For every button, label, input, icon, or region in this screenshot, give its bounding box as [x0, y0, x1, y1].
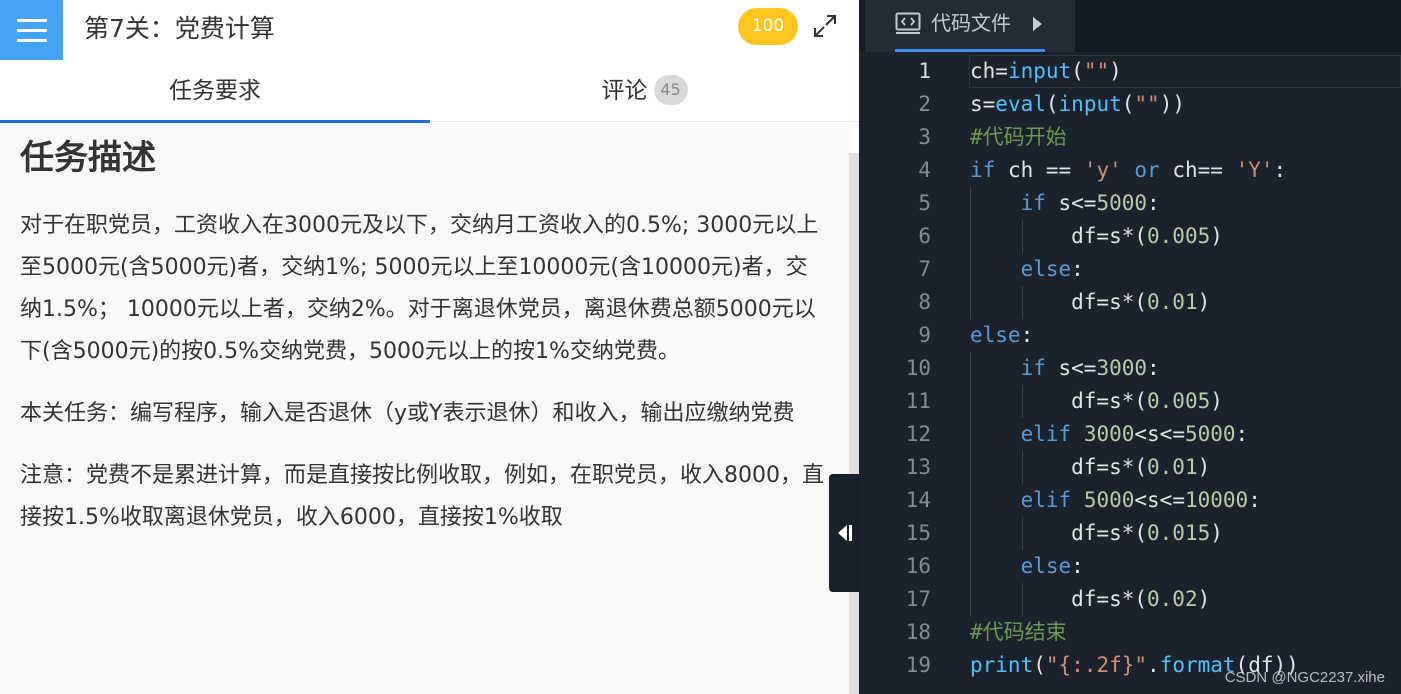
indent-guide	[1022, 451, 1024, 484]
indent-guide	[1022, 220, 1024, 253]
code-text: df=s*(0.005)	[970, 389, 1223, 413]
task-panel: 第7关：党费计算 100 任务要求 评论 45 任务描述 对于在职党员，工资收入在…	[0, 0, 859, 694]
code-line[interactable]: 18 #代码结束	[859, 616, 1401, 649]
code-line[interactable]: 16 else:	[859, 550, 1401, 583]
line-number: 14	[905, 488, 931, 512]
code-line[interactable]: 11 df=s*(0.005)	[859, 385, 1401, 418]
line-number: 6	[918, 224, 931, 248]
line-number: 2	[918, 92, 931, 116]
scrollbar[interactable]	[849, 153, 859, 694]
indent-guide	[1022, 385, 1024, 418]
header: 第7关：党费计算 100	[0, 0, 859, 60]
indent-guide	[1022, 583, 1024, 616]
collapse-panel-button[interactable]	[829, 474, 861, 592]
code-text: elif 3000<s<=5000:	[1020, 422, 1249, 446]
play-icon[interactable]	[1033, 17, 1042, 31]
code-text: df=s*(0.005)	[970, 224, 1223, 248]
tab-task-label: 任务要求	[169, 78, 261, 104]
hamburger-line	[16, 18, 47, 22]
page-title: 第7关：党费计算	[84, 14, 275, 43]
task-description: 任务描述 对于在职党员，工资收入在3000元及以下，交纳月工资收入的0.5%; …	[0, 123, 849, 694]
code-text: elif 5000<s<=10000:	[1020, 488, 1261, 512]
editor-tab-bar: 代码文件	[859, 0, 1401, 52]
code-line[interactable]: 10 if s<=3000:	[859, 352, 1401, 385]
line-number: 15	[905, 521, 931, 545]
task-heading: 任务描述	[20, 138, 156, 178]
code-line[interactable]: 6 df=s*(0.005)	[859, 220, 1401, 253]
expand-icon[interactable]	[812, 13, 838, 39]
line-number: 8	[918, 290, 931, 314]
code-file-tab-label: 代码文件	[931, 11, 1011, 35]
code-text: else:	[1020, 257, 1084, 281]
task-paragraph: 本关任务：编写程序，输入是否退休（y或Y表示退休）和收入，输出应缴纳党费	[20, 401, 795, 426]
tab-comments-label: 评论	[601, 78, 648, 104]
hamburger-line	[16, 38, 47, 42]
line-number: 10	[905, 356, 931, 380]
code-line[interactable]: 17 df=s*(0.02)	[859, 583, 1401, 616]
watermark: CSDN @NGC2237.xihe	[1224, 669, 1385, 686]
code-line[interactable]: 8 df=s*(0.01)	[859, 286, 1401, 319]
indent-guide	[1022, 286, 1024, 319]
code-line[interactable]: 15 df=s*(0.015)	[859, 517, 1401, 550]
code-editor: 代码文件 1 ch=input("") 2 s=eval(input("")) 3 #代码…	[859, 0, 1401, 694]
task-paragraph: 对于在职党员，工资收入在3000元及以下，交纳月工资收入的0.5%; 3000元…	[20, 213, 819, 364]
code-text: s=eval(input(""))	[970, 92, 1185, 116]
code-line[interactable]: 3 #代码开始	[859, 121, 1401, 154]
code-line[interactable]: 1 ch=input("")	[859, 55, 1401, 88]
code-text: ch=input("")	[970, 59, 1122, 83]
code-text: df=s*(0.01)	[970, 455, 1211, 479]
indent-guide	[1022, 517, 1024, 550]
line-number: 4	[918, 158, 931, 182]
code-text: if s<=3000:	[1020, 356, 1160, 380]
line-number: 7	[918, 257, 931, 281]
task-paragraph: 注意：党费不是累进计算，而是直接按比例收取，例如，在职党员，收入8000，直接按…	[20, 463, 824, 530]
code-text: else:	[1020, 554, 1084, 578]
code-text: df=s*(0.01)	[970, 290, 1211, 314]
code-line[interactable]: 5 if s<=5000:	[859, 187, 1401, 220]
tab-task-requirements[interactable]: 任务要求	[0, 60, 430, 123]
line-number: 19	[905, 653, 931, 677]
comment-count-badge: 45	[653, 74, 688, 105]
code-text: df=s*(0.015)	[970, 521, 1223, 545]
code-text: if ch == 'y' or ch== 'Y':	[970, 158, 1287, 182]
code-file-icon	[895, 12, 921, 34]
code-text: #代码开始	[970, 125, 1067, 149]
code-line[interactable]: 14 elif 5000<s<=10000:	[859, 484, 1401, 517]
code-file-tab[interactable]: 代码文件	[865, 0, 1075, 52]
code-line[interactable]: 2 s=eval(input(""))	[859, 88, 1401, 121]
code-text: #代码结束	[970, 620, 1067, 644]
indent-guide	[970, 352, 971, 616]
line-number: 1	[918, 59, 931, 83]
collapse-arrow-icon	[838, 525, 852, 541]
code-text: if s<=5000:	[1020, 191, 1160, 215]
line-number: 3	[918, 125, 931, 149]
code-text: df=s*(0.02)	[970, 587, 1211, 611]
code-line[interactable]: 13 df=s*(0.01)	[859, 451, 1401, 484]
line-number: 9	[918, 323, 931, 347]
code-line[interactable]: 9 else:	[859, 319, 1401, 352]
hamburger-line	[16, 28, 47, 32]
menu-button[interactable]	[0, 0, 63, 60]
line-number: 17	[905, 587, 931, 611]
code-line[interactable]: 4 if ch == 'y' or ch== 'Y':	[859, 154, 1401, 187]
indent-guide	[970, 187, 971, 319]
line-number: 11	[905, 389, 931, 413]
code-line[interactable]: 7 else:	[859, 253, 1401, 286]
score-badge: 100	[738, 8, 798, 45]
tab-bar: 任务要求 评论 45	[0, 60, 859, 123]
line-number: 5	[918, 191, 931, 215]
line-number: 16	[905, 554, 931, 578]
line-number: 12	[905, 422, 931, 446]
code-text: else:	[970, 323, 1034, 347]
line-number: 13	[905, 455, 931, 479]
code-area[interactable]: 1 ch=input("") 2 s=eval(input("")) 3 #代码开始 4 if…	[859, 52, 1401, 694]
line-number: 18	[905, 620, 931, 644]
tab-comments[interactable]: 评论 45	[430, 60, 859, 122]
code-line[interactable]: 12 elif 3000<s<=5000:	[859, 418, 1401, 451]
